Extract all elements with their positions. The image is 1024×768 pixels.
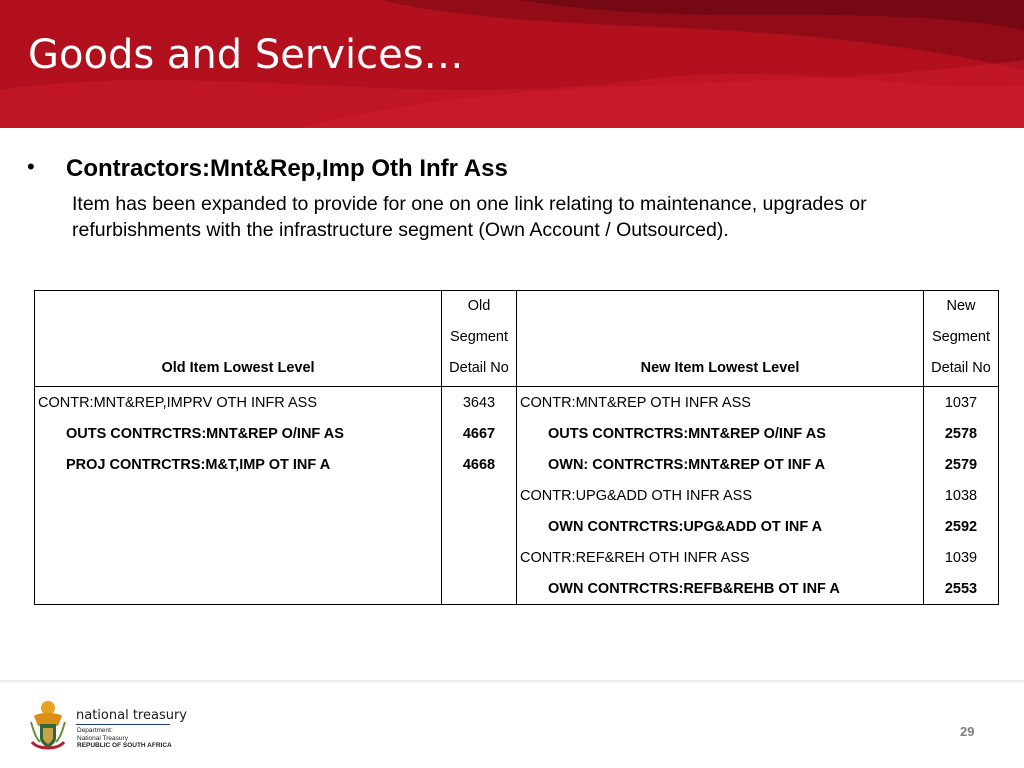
old-segment-cell <box>441 511 517 542</box>
header-new-item: New Item Lowest Level <box>516 290 924 387</box>
old-item-cell <box>34 511 442 542</box>
old-segment-cell <box>441 480 517 511</box>
table-row: OWN CONTRCTRS:UPG&ADD OT INF A 2592 <box>34 511 999 542</box>
old-item-cell <box>34 542 442 573</box>
table-row: OUTS CONTRCTRS:MNT&REP O/INF AS 4667 OUT… <box>34 418 999 449</box>
new-item-cell: CONTR:MNT&REP OTH INFR ASS <box>516 386 924 418</box>
header-new-seg-line: Detail No <box>931 360 991 376</box>
table-row: CONTR:UPG&ADD OTH INFR ASS 1038 <box>34 480 999 511</box>
new-segment-cell: 2553 <box>923 573 999 605</box>
old-item-cell <box>34 480 442 511</box>
old-segment-cell: 4667 <box>441 418 517 449</box>
new-segment-cell: 1037 <box>923 386 999 418</box>
header-old-seg-line: Segment <box>449 329 509 345</box>
new-item-cell: OUTS CONTRCTRS:MNT&REP O/INF AS <box>516 418 924 449</box>
bullet-icon: • <box>27 154 35 179</box>
new-segment-cell: 1038 <box>923 480 999 511</box>
header-old-item: Old Item Lowest Level <box>34 290 442 387</box>
department-line: Department: <box>77 727 113 734</box>
table-row: PROJ CONTRCTRS:M&T,IMP OT INF A 4668 OWN… <box>34 449 999 480</box>
new-segment-cell: 2592 <box>923 511 999 542</box>
department-line: REPUBLIC OF SOUTH AFRICA <box>77 742 172 749</box>
header-new-seg-line: Segment <box>931 329 991 345</box>
new-segment-cell: 2578 <box>923 418 999 449</box>
new-item-cell: CONTR:REF&REH OTH INFR ASS <box>516 542 924 573</box>
header-new-segment: New Segment Detail No <box>923 290 999 387</box>
header-old-item-label: Old Item Lowest Level <box>161 360 315 376</box>
org-name: national treasury <box>76 708 187 723</box>
table-row: CONTR:REF&REH OTH INFR ASS 1039 <box>34 542 999 573</box>
table-row: CONTR:MNT&REP,IMPRV OTH INFR ASS 3643 CO… <box>34 386 999 418</box>
new-segment-cell: 2579 <box>923 449 999 480</box>
old-segment-cell: 3643 <box>441 386 517 418</box>
coat-of-arms-icon <box>30 701 66 750</box>
old-item-cell <box>34 573 442 605</box>
table-row: OWN CONTRCTRS:REFB&REHB OT INF A 2553 <box>34 573 999 605</box>
department-text: Department: National Treasury REPUBLIC O… <box>77 727 172 750</box>
old-segment-cell <box>441 542 517 573</box>
old-segment-cell <box>441 573 517 605</box>
old-item-cell: PROJ CONTRCTRS:M&T,IMP OT INF A <box>34 449 442 480</box>
bullet-body-text: Item has been expanded to provide for on… <box>72 193 867 241</box>
new-item-cell: OWN CONTRCTRS:REFB&REHB OT INF A <box>516 573 924 605</box>
new-item-cell: OWN: CONTRCTRS:MNT&REP OT INF A <box>516 449 924 480</box>
new-item-cell: OWN CONTRCTRS:UPG&ADD OT INF A <box>516 511 924 542</box>
bullet-heading: Contractors:Mnt&Rep,Imp Oth Infr Ass <box>66 155 508 182</box>
table-header-row: Old Item Lowest Level Old Segment Detail… <box>34 290 999 387</box>
page-number: 29 <box>960 724 975 739</box>
slide-title: Goods and Services… <box>28 32 464 78</box>
old-item-cell: OUTS CONTRCTRS:MNT&REP O/INF AS <box>34 418 442 449</box>
footer-divider <box>0 680 1024 684</box>
header-old-seg-line: Old <box>467 298 491 314</box>
header-old-segment: Old Segment Detail No <box>441 290 517 387</box>
header-new-seg-line: New <box>946 298 976 314</box>
department-line: National Treasury <box>77 734 128 742</box>
header-new-item-label: New Item Lowest Level <box>640 360 800 376</box>
new-item-cell: CONTR:UPG&ADD OTH INFR ASS <box>516 480 924 511</box>
header-old-seg-line: Detail No <box>449 360 509 376</box>
org-name-underline <box>76 724 170 725</box>
item-mapping-table: Old Item Lowest Level Old Segment Detail… <box>34 290 999 605</box>
old-item-cell: CONTR:MNT&REP,IMPRV OTH INFR ASS <box>34 386 442 418</box>
old-segment-cell: 4668 <box>441 449 517 480</box>
new-segment-cell: 1039 <box>923 542 999 573</box>
